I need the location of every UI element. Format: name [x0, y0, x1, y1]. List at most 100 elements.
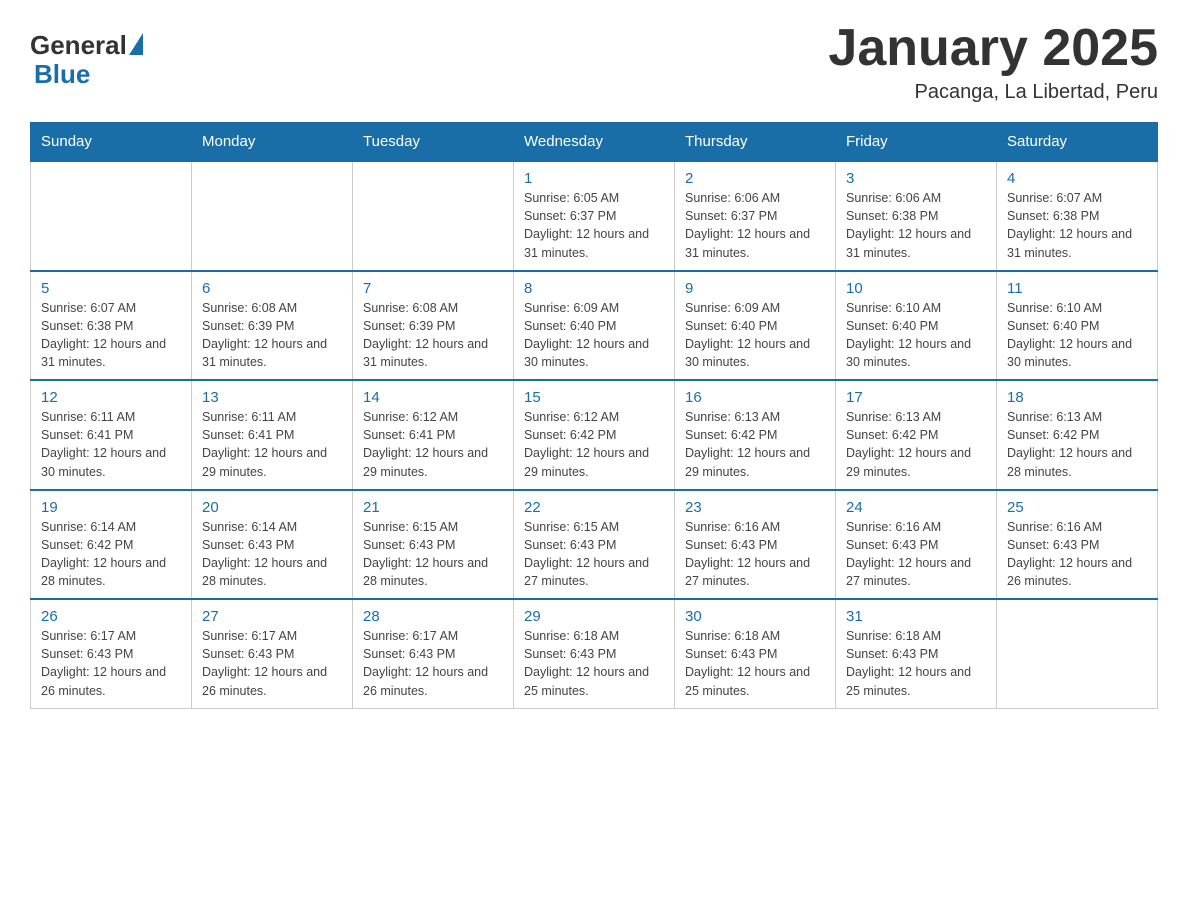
day-number: 4 — [1007, 170, 1147, 187]
calendar-header-row: SundayMondayTuesdayWednesdayThursdayFrid… — [31, 123, 1158, 162]
calendar-cell: 5 Sunrise: 6:07 AM Sunset: 6:38 PM Daylig… — [31, 271, 192, 381]
calendar-cell — [353, 161, 514, 271]
calendar-cell — [192, 161, 353, 271]
logo-blue-text: Blue — [34, 59, 90, 90]
day-info: Sunrise: 6:06 AM Sunset: 6:38 PM Dayligh… — [846, 189, 986, 262]
calendar-cell: 9 Sunrise: 6:09 AM Sunset: 6:40 PM Daylig… — [675, 271, 836, 381]
day-info: Sunrise: 6:10 AM Sunset: 6:40 PM Dayligh… — [1007, 299, 1147, 372]
calendar-day-header: Thursday — [675, 123, 836, 162]
calendar-cell: 14 Sunrise: 6:12 AM Sunset: 6:41 PM Dayli… — [353, 380, 514, 490]
day-number: 31 — [846, 608, 986, 625]
day-info: Sunrise: 6:07 AM Sunset: 6:38 PM Dayligh… — [41, 299, 181, 372]
day-info: Sunrise: 6:11 AM Sunset: 6:41 PM Dayligh… — [202, 408, 342, 481]
day-number: 20 — [202, 499, 342, 516]
day-info: Sunrise: 6:12 AM Sunset: 6:42 PM Dayligh… — [524, 408, 664, 481]
calendar-cell — [31, 161, 192, 271]
calendar-week-row: 5 Sunrise: 6:07 AM Sunset: 6:38 PM Daylig… — [31, 271, 1158, 381]
day-info: Sunrise: 6:05 AM Sunset: 6:37 PM Dayligh… — [524, 189, 664, 262]
calendar-day-header: Friday — [836, 123, 997, 162]
day-info: Sunrise: 6:09 AM Sunset: 6:40 PM Dayligh… — [685, 299, 825, 372]
calendar-cell: 23Sunrise: 6:16 AM Sunset: 6:43 PM Dayli… — [675, 490, 836, 600]
day-number: 21 — [363, 499, 503, 516]
day-number: 11 — [1007, 280, 1147, 297]
calendar-day-header: Saturday — [997, 123, 1158, 162]
day-number: 19 — [41, 499, 181, 516]
calendar-cell: 2 Sunrise: 6:06 AM Sunset: 6:37 PM Daylig… — [675, 161, 836, 271]
calendar-cell: 6Sunrise: 6:08 AM Sunset: 6:39 PM Daylig… — [192, 271, 353, 381]
calendar-subtitle: Pacanga, La Libertad, Peru — [828, 81, 1158, 104]
day-number: 27 — [202, 608, 342, 625]
calendar-cell: 25 Sunrise: 6:16 AM Sunset: 6:43 PM Dayli… — [997, 490, 1158, 600]
calendar-cell: 1 Sunrise: 6:05 AM Sunset: 6:37 PM Daylig… — [514, 161, 675, 271]
calendar-week-row: 19 Sunrise: 6:14 AM Sunset: 6:42 PM Dayli… — [31, 490, 1158, 600]
day-info: Sunrise: 6:18 AM Sunset: 6:43 PM Dayligh… — [846, 627, 986, 700]
day-info: Sunrise: 6:17 AM Sunset: 6:43 PM Dayligh… — [41, 627, 181, 700]
day-number: 25 — [1007, 499, 1147, 516]
calendar-cell: 27Sunrise: 6:17 AM Sunset: 6:43 PM Dayli… — [192, 599, 353, 708]
calendar-cell: 8 Sunrise: 6:09 AM Sunset: 6:40 PM Daylig… — [514, 271, 675, 381]
calendar-week-row: 26 Sunrise: 6:17 AM Sunset: 6:43 PM Dayli… — [31, 599, 1158, 708]
day-info: Sunrise: 6:14 AM Sunset: 6:42 PM Dayligh… — [41, 518, 181, 591]
calendar-cell: 15 Sunrise: 6:12 AM Sunset: 6:42 PM Dayli… — [514, 380, 675, 490]
day-info: Sunrise: 6:11 AM Sunset: 6:41 PM Dayligh… — [41, 408, 181, 481]
calendar-cell: 26 Sunrise: 6:17 AM Sunset: 6:43 PM Dayli… — [31, 599, 192, 708]
day-number: 14 — [363, 389, 503, 406]
calendar-week-row: 12 Sunrise: 6:11 AM Sunset: 6:41 PM Dayli… — [31, 380, 1158, 490]
day-number: 26 — [41, 608, 181, 625]
day-info: Sunrise: 6:15 AM Sunset: 6:43 PM Dayligh… — [363, 518, 503, 591]
calendar-cell: 11 Sunrise: 6:10 AM Sunset: 6:40 PM Dayli… — [997, 271, 1158, 381]
day-number: 30 — [685, 608, 825, 625]
day-info: Sunrise: 6:08 AM Sunset: 6:39 PM Dayligh… — [202, 299, 342, 372]
calendar-cell — [997, 599, 1158, 708]
day-info: Sunrise: 6:18 AM Sunset: 6:43 PM Dayligh… — [524, 627, 664, 700]
calendar-week-row: 1 Sunrise: 6:05 AM Sunset: 6:37 PM Daylig… — [31, 161, 1158, 271]
calendar-cell: 12 Sunrise: 6:11 AM Sunset: 6:41 PM Dayli… — [31, 380, 192, 490]
day-info: Sunrise: 6:12 AM Sunset: 6:41 PM Dayligh… — [363, 408, 503, 481]
calendar-cell: 30 Sunrise: 6:18 AM Sunset: 6:43 PM Dayli… — [675, 599, 836, 708]
day-number: 9 — [685, 280, 825, 297]
day-info: Sunrise: 6:17 AM Sunset: 6:43 PM Dayligh… — [363, 627, 503, 700]
day-info: Sunrise: 6:13 AM Sunset: 6:42 PM Dayligh… — [1007, 408, 1147, 481]
day-number: 3 — [846, 170, 986, 187]
day-number: 2 — [685, 170, 825, 187]
day-info: Sunrise: 6:07 AM Sunset: 6:38 PM Dayligh… — [1007, 189, 1147, 262]
day-info: Sunrise: 6:08 AM Sunset: 6:39 PM Dayligh… — [363, 299, 503, 372]
day-number: 13 — [202, 389, 342, 406]
logo: General Blue — [30, 30, 143, 90]
calendar-day-header: Sunday — [31, 123, 192, 162]
day-number: 18 — [1007, 389, 1147, 406]
calendar-cell: 28 Sunrise: 6:17 AM Sunset: 6:43 PM Dayli… — [353, 599, 514, 708]
logo-general-text: General — [30, 30, 127, 61]
calendar-cell: 21 Sunrise: 6:15 AM Sunset: 6:43 PM Dayli… — [353, 490, 514, 600]
calendar-day-header: Tuesday — [353, 123, 514, 162]
calendar-cell: 17Sunrise: 6:13 AM Sunset: 6:42 PM Dayli… — [836, 380, 997, 490]
day-number: 28 — [363, 608, 503, 625]
calendar-cell: 20Sunrise: 6:14 AM Sunset: 6:43 PM Dayli… — [192, 490, 353, 600]
day-number: 22 — [524, 499, 664, 516]
calendar-cell: 4 Sunrise: 6:07 AM Sunset: 6:38 PM Daylig… — [997, 161, 1158, 271]
day-info: Sunrise: 6:06 AM Sunset: 6:37 PM Dayligh… — [685, 189, 825, 262]
calendar-cell: 16Sunrise: 6:13 AM Sunset: 6:42 PM Dayli… — [675, 380, 836, 490]
calendar-cell: 29Sunrise: 6:18 AM Sunset: 6:43 PM Dayli… — [514, 599, 675, 708]
day-info: Sunrise: 6:15 AM Sunset: 6:43 PM Dayligh… — [524, 518, 664, 591]
calendar-cell: 19 Sunrise: 6:14 AM Sunset: 6:42 PM Dayli… — [31, 490, 192, 600]
calendar-day-header: Wednesday — [514, 123, 675, 162]
day-number: 12 — [41, 389, 181, 406]
day-number: 5 — [41, 280, 181, 297]
day-number: 8 — [524, 280, 664, 297]
day-info: Sunrise: 6:18 AM Sunset: 6:43 PM Dayligh… — [685, 627, 825, 700]
day-info: Sunrise: 6:16 AM Sunset: 6:43 PM Dayligh… — [1007, 518, 1147, 591]
day-info: Sunrise: 6:09 AM Sunset: 6:40 PM Dayligh… — [524, 299, 664, 372]
logo-arrow-icon — [129, 33, 143, 55]
calendar-title: January 2025 — [828, 20, 1158, 77]
calendar-cell: 7Sunrise: 6:08 AM Sunset: 6:39 PM Daylig… — [353, 271, 514, 381]
day-info: Sunrise: 6:16 AM Sunset: 6:43 PM Dayligh… — [846, 518, 986, 591]
calendar-cell: 22 Sunrise: 6:15 AM Sunset: 6:43 PM Dayli… — [514, 490, 675, 600]
day-number: 16 — [685, 389, 825, 406]
day-number: 1 — [524, 170, 664, 187]
calendar-cell: 18 Sunrise: 6:13 AM Sunset: 6:42 PM Dayli… — [997, 380, 1158, 490]
day-number: 15 — [524, 389, 664, 406]
calendar-table: SundayMondayTuesdayWednesdayThursdayFrid… — [30, 122, 1158, 709]
day-info: Sunrise: 6:10 AM Sunset: 6:40 PM Dayligh… — [846, 299, 986, 372]
page-header: General Blue January 2025 Pacanga, La Li… — [30, 20, 1158, 104]
